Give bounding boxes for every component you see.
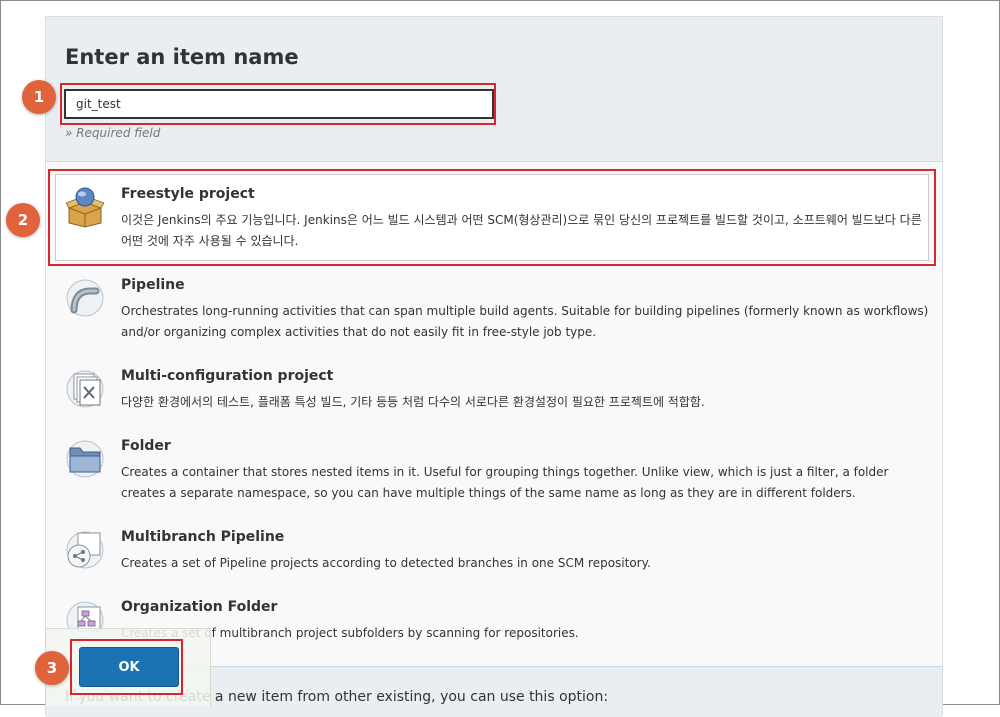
item-type-freestyle-project[interactable]: Freestyle project 이것은 Jenkins의 주요 기능입니다.… (46, 186, 942, 266)
item-name: Folder (121, 438, 171, 454)
item-name-section: Enter an item name » Required field (46, 17, 942, 162)
page-title: Enter an item name (65, 45, 299, 69)
new-item-panel: Enter an item name » Required field Free… (45, 16, 943, 717)
required-field-note: » Required field (65, 126, 161, 140)
item-type-pipeline[interactable]: Pipeline Orchestrates long-running activ… (46, 277, 942, 357)
item-type-multi-configuration-project[interactable]: Multi-configuration project 다양한 환경에서의 테스… (46, 368, 942, 448)
multi-configuration-icon (66, 368, 104, 410)
item-description: Orchestrates long-running activities tha… (121, 304, 929, 339)
item-description: 다양한 환경에서의 테스트, 플래폼 특성 빌드, 기타 등등 처럼 다수의 서… (121, 395, 705, 409)
folder-icon (66, 438, 104, 480)
item-name: Pipeline (121, 277, 185, 293)
item-description: Creates a set of multibranch project sub… (121, 626, 579, 640)
item-description: 이것은 Jenkins의 주요 기능입니다. Jenkins은 어느 빌드 시스… (121, 213, 922, 248)
step-badge-1: 1 (22, 80, 56, 114)
multibranch-pipeline-icon (66, 529, 104, 571)
item-name: Multi-configuration project (121, 368, 334, 384)
ok-button[interactable]: OK (79, 647, 179, 687)
item-description: Creates a set of Pipeline projects accor… (121, 556, 651, 570)
item-description: Creates a container that stores nested i… (121, 465, 889, 500)
item-type-folder[interactable]: Folder Creates a container that stores n… (46, 438, 942, 518)
item-name: Freestyle project (121, 186, 255, 202)
step-badge-2: 2 (6, 203, 40, 237)
item-type-multibranch-pipeline[interactable]: Multibranch Pipeline Creates a set of Pi… (46, 529, 942, 609)
item-name: Multibranch Pipeline (121, 529, 285, 545)
item-name: Organization Folder (121, 599, 278, 615)
pipeline-icon (66, 277, 104, 319)
step-badge-3: 3 (35, 651, 69, 685)
item-name-input[interactable] (64, 89, 494, 119)
freestyle-project-icon (65, 186, 105, 228)
